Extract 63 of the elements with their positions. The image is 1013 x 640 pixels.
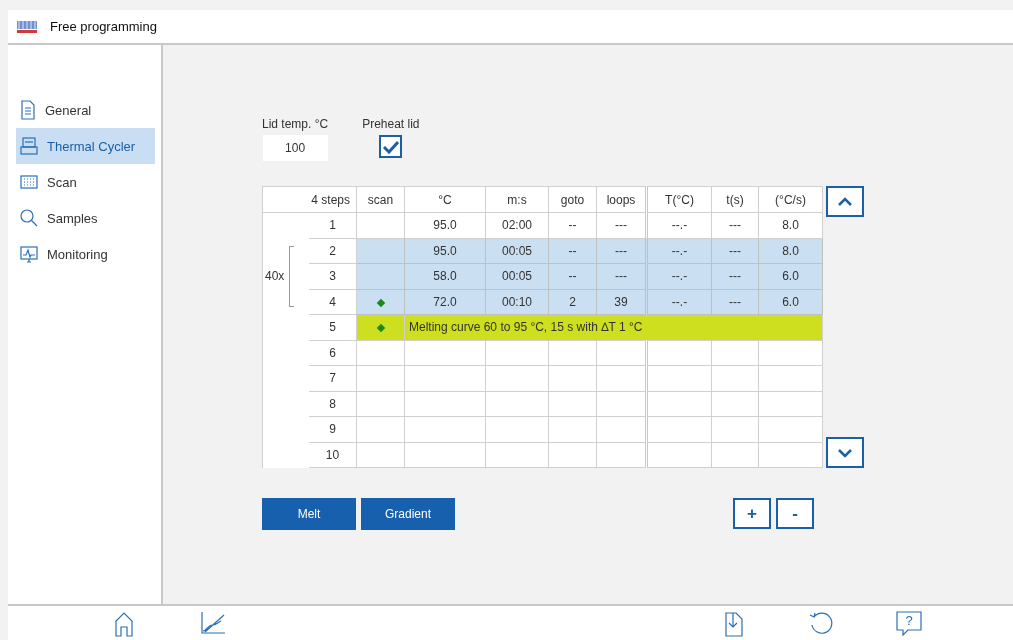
step-number: 6 <box>309 340 357 366</box>
lid-temp-field[interactable]: 100 <box>262 135 328 161</box>
sidebar-item[interactable]: Monitoring <box>16 236 155 272</box>
remove-step-button[interactable]: - <box>776 498 814 529</box>
table-cell: 02:00 <box>485 212 549 238</box>
column-header: scan <box>356 186 405 213</box>
document-download-icon[interactable] <box>724 611 744 637</box>
device-icon <box>20 137 38 155</box>
step-number: 9 <box>309 416 357 442</box>
sidebar-item[interactable]: Thermal Cycler <box>16 128 155 164</box>
table-cell: 72.0 <box>404 289 486 315</box>
sidebar-item[interactable]: General <box>16 92 155 128</box>
add-step-button[interactable]: + <box>733 498 771 529</box>
column-header: goto <box>548 186 597 213</box>
action-button[interactable]: Gradient <box>361 498 455 530</box>
column-header: loops <box>596 186 647 213</box>
step-number: 4 <box>309 289 357 315</box>
step-number: 10 <box>309 442 357 468</box>
step-number: 7 <box>309 365 357 391</box>
logo-icon <box>16 19 38 34</box>
scroll-up-button[interactable] <box>826 186 864 217</box>
sidebar-item[interactable]: Scan <box>16 164 155 200</box>
search-icon <box>20 209 38 227</box>
document-icon <box>20 100 36 120</box>
table-cell: 95.0 <box>404 238 486 264</box>
window-title: Free programming <box>50 19 157 34</box>
monitor-icon <box>20 245 38 263</box>
chevron-up-icon <box>837 196 853 207</box>
step-number: 2 <box>309 238 357 264</box>
refresh-icon[interactable] <box>808 611 834 637</box>
checkbox[interactable] <box>379 135 403 158</box>
table-cell: 58.0 <box>404 263 486 289</box>
home-icon[interactable] <box>114 611 134 637</box>
column-header: t(s) <box>711 186 759 213</box>
sidebar-item[interactable]: Samples <box>16 200 155 236</box>
step-number: 3 <box>309 263 357 289</box>
table-cell: 8.0 <box>758 212 823 238</box>
table-cell: 95.0 <box>404 212 486 238</box>
loop-count: 40x <box>265 269 285 284</box>
table-cell: --- <box>711 212 759 238</box>
field-label: Lid temp. °C <box>262 117 329 131</box>
checkmark-icon <box>382 139 400 154</box>
scan-marker-icon <box>376 298 385 307</box>
scroll-down-button[interactable] <box>826 437 864 468</box>
speech-bubble-icon <box>896 611 922 637</box>
chevron-down-icon <box>837 447 853 458</box>
table-cell: -- <box>548 212 597 238</box>
plate-icon <box>20 175 38 189</box>
column-header: 4 steps <box>262 186 357 213</box>
loop-bracket <box>289 246 294 307</box>
step-number: 5 <box>309 314 357 340</box>
action-button[interactable]: Melt <box>262 498 356 530</box>
help-button[interactable]: ? <box>896 611 922 637</box>
graph-icon[interactable] <box>200 611 226 635</box>
melt-step-text: Melting curve 60 to 95 °C, 15 s with ∆T 1 °C <box>404 314 823 340</box>
column-header: (°C/s) <box>758 186 823 213</box>
scan-marker-icon <box>376 324 385 333</box>
column-header: °C <box>404 186 486 213</box>
step-number: 1 <box>309 212 357 238</box>
checkbox-label: Preheat lid <box>362 117 420 131</box>
column-header: m:s <box>485 186 549 213</box>
column-header: T(°C) <box>646 186 712 213</box>
step-number: 8 <box>309 391 357 417</box>
